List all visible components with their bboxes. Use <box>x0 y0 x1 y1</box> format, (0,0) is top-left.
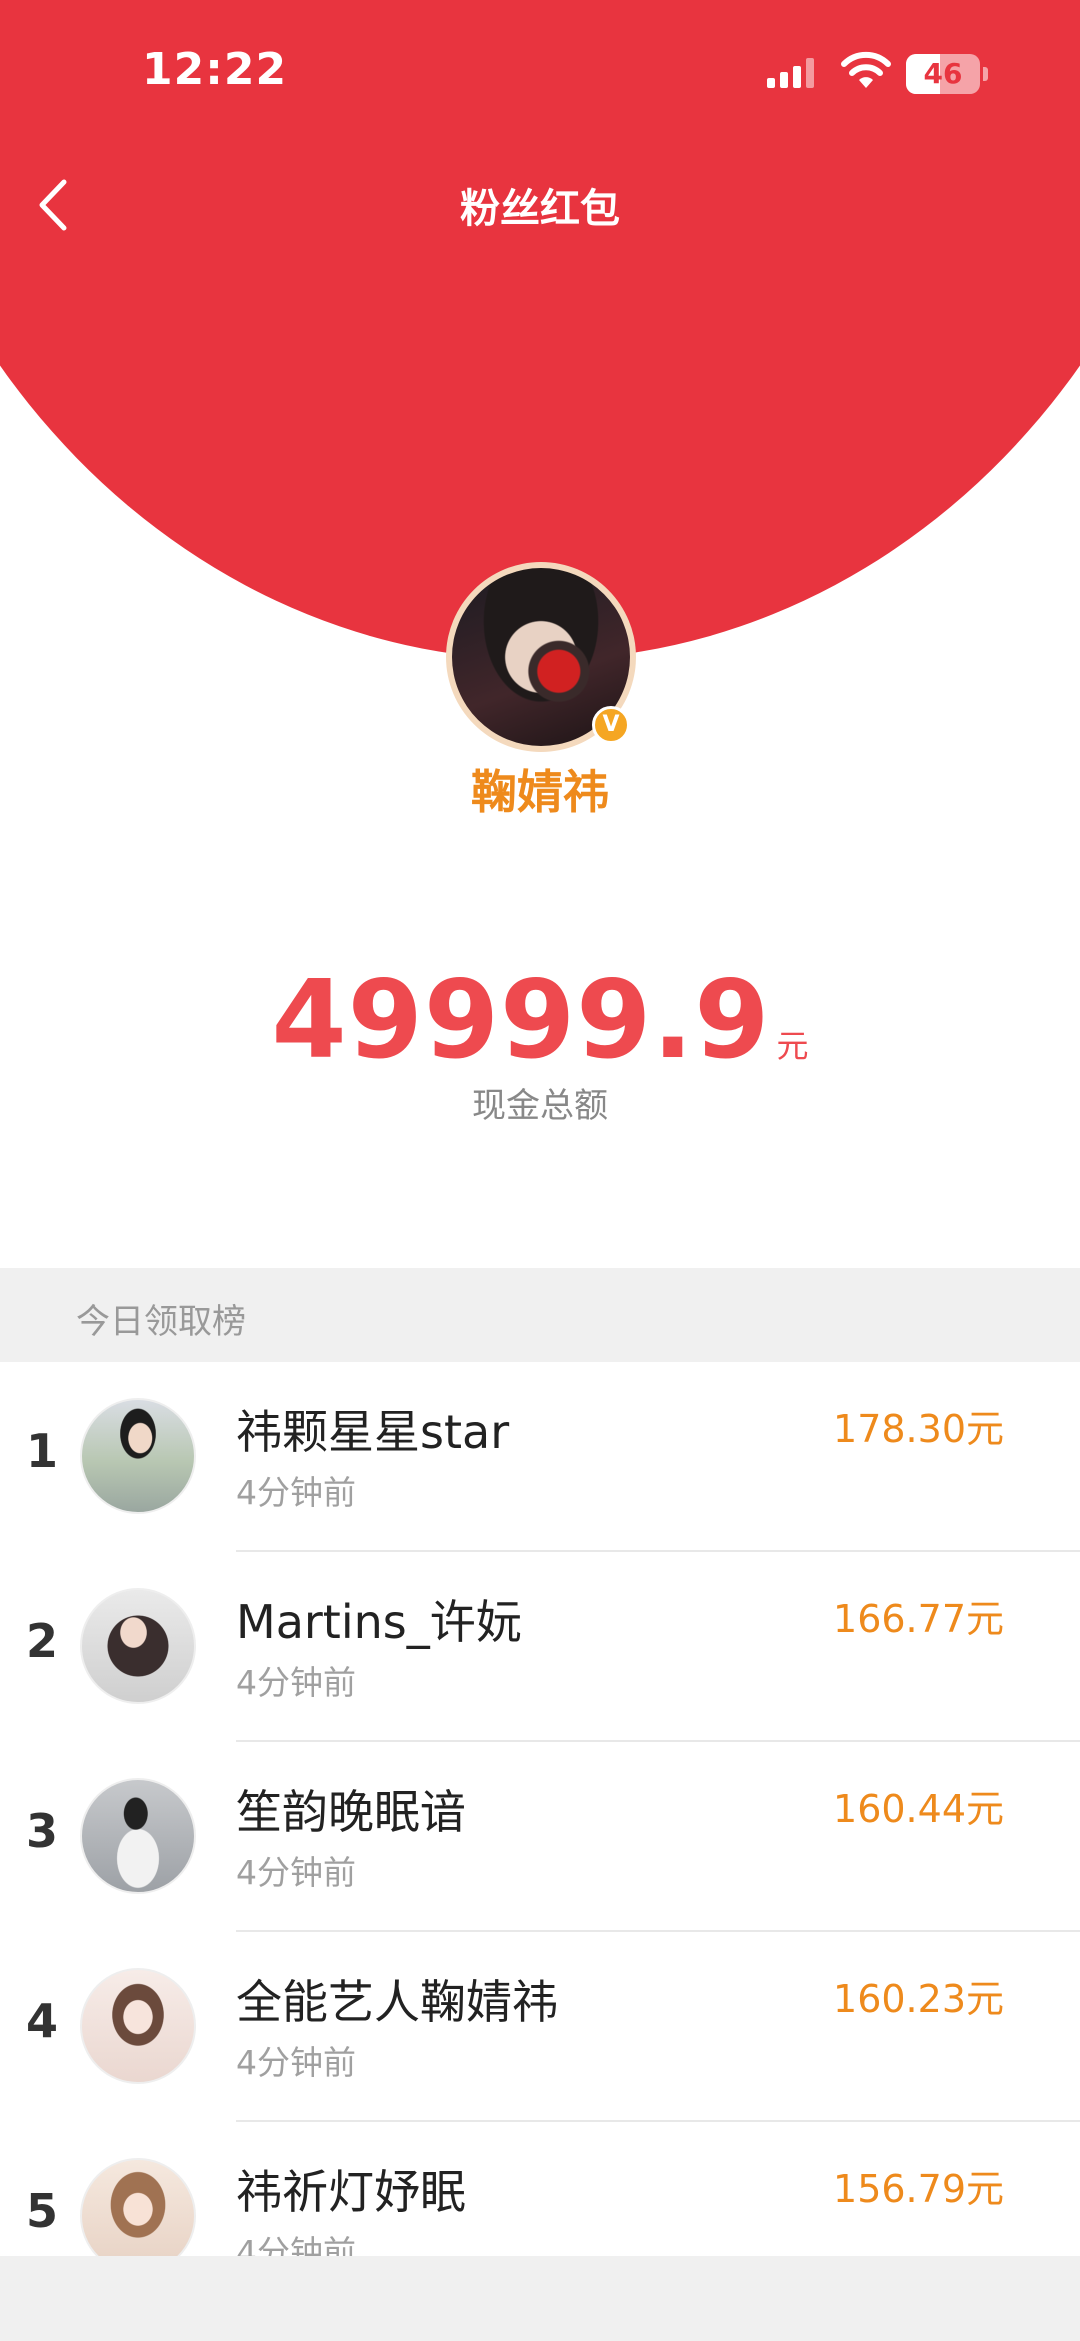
cellular-signal-icon <box>767 58 814 88</box>
ranking-header-text: 今日领取榜 <box>76 1302 246 1342</box>
claim-amount: 156.79元 <box>833 2167 1004 2211</box>
user-name[interactable]: 祎祈灯妤眠 <box>236 2156 466 2222</box>
user-avatar[interactable] <box>80 1398 196 1514</box>
battery-tip <box>983 67 988 81</box>
user-avatar[interactable] <box>80 1778 196 1894</box>
battery-indicator: 46 <box>906 54 988 94</box>
ranking-row[interactable]: 3 笙韵晚眠谙 4分钟前 160.44元 <box>0 1742 1080 1932</box>
claim-time: 4分钟前 <box>236 1663 356 1702</box>
rank-number: 1 <box>25 1424 58 1478</box>
rank-number: 2 <box>25 1614 58 1668</box>
user-avatar[interactable] <box>80 1968 196 2084</box>
rank-number: 3 <box>25 1804 58 1858</box>
user-name[interactable]: 全能艺人鞠婧祎 <box>236 1966 558 2032</box>
user-name[interactable]: 祎颗星星star <box>236 1396 509 1462</box>
claim-amount: 166.77元 <box>833 1597 1004 1641</box>
claim-time: 4分钟前 <box>236 1853 356 1892</box>
user-avatar[interactable] <box>80 1588 196 1704</box>
page-title: 粉丝红包 <box>460 186 620 232</box>
rank-number: 4 <box>25 1994 58 2048</box>
ranking-header: 今日领取榜 <box>0 1268 1080 1362</box>
amount-unit: 元 <box>776 1027 809 1065</box>
user-name[interactable]: 笙韵晚眠谙 <box>236 1776 466 1842</box>
verified-badge-icon: V <box>592 706 630 744</box>
bottom-bar <box>0 2256 1080 2341</box>
battery-level: 46 <box>923 57 963 90</box>
total-amount: 49999.9 元 <box>0 958 1080 1083</box>
status-time: 12:22 <box>142 44 288 95</box>
ranking-row[interactable]: 2 Martins_许妧 4分钟前 166.77元 <box>0 1552 1080 1742</box>
amount-label: 现金总额 <box>472 1086 608 1126</box>
claim-amount: 178.30元 <box>833 1407 1004 1451</box>
amount-value: 49999.9 <box>271 958 771 1083</box>
ranking-list: 1 祎颗星星star 4分钟前 178.30元 2 Martins_许妧 4分钟… <box>0 1362 1080 2312</box>
claim-time: 4分钟前 <box>236 2043 356 2082</box>
profile-name[interactable]: 鞠婧祎 <box>0 756 1080 822</box>
claim-amount: 160.44元 <box>833 1787 1004 1831</box>
user-name[interactable]: Martins_许妧 <box>236 1586 522 1652</box>
status-bar: 12:22 46 <box>0 0 1080 150</box>
claim-amount: 160.23元 <box>833 1977 1004 2021</box>
ranking-row[interactable]: 4 全能艺人鞠婧祎 4分钟前 160.23元 <box>0 1932 1080 2122</box>
rank-number: 5 <box>25 2184 58 2238</box>
wifi-icon <box>841 51 891 88</box>
ranking-row[interactable]: 1 祎颗星星star 4分钟前 178.30元 <box>0 1362 1080 1552</box>
claim-time: 4分钟前 <box>236 1473 356 1512</box>
